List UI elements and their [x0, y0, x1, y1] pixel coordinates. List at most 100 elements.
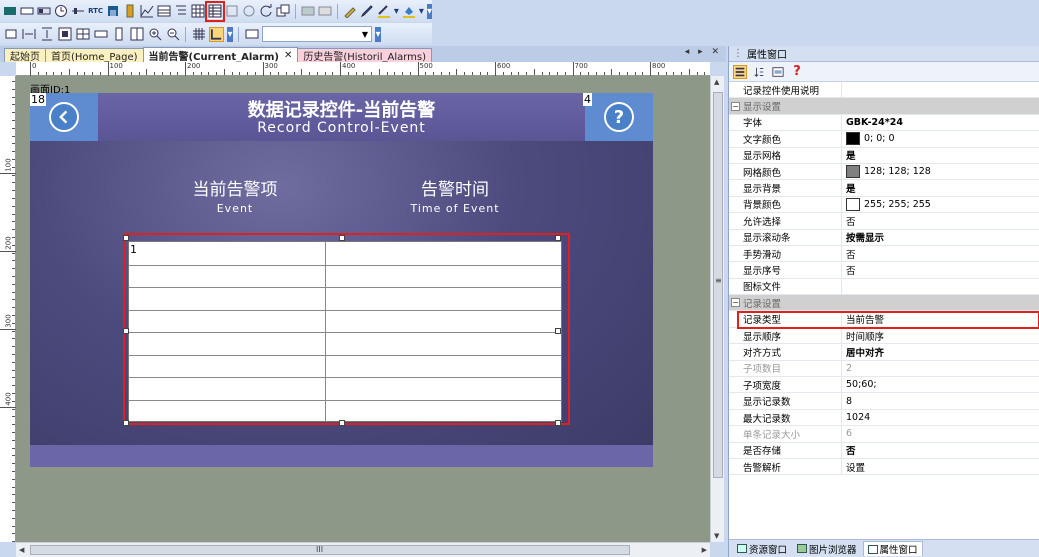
sort-alphabetical-icon[interactable]	[752, 65, 766, 79]
property-value[interactable]: 1024	[842, 412, 1039, 423]
property-row[interactable]: 显示记录数 8	[729, 393, 1039, 410]
property-row[interactable]: 子项数目 2	[729, 360, 1039, 378]
vertical-scrollbar[interactable]: ▲ ≡ ▼	[710, 76, 724, 542]
property-value[interactable]: 否	[842, 443, 1039, 457]
property-row[interactable]: 是否存储否	[729, 442, 1039, 459]
grid-icon[interactable]	[191, 27, 206, 42]
horizontal-spacing-icon[interactable]	[75, 27, 90, 42]
property-row[interactable]: 显示顺序 时间顺序	[729, 327, 1039, 345]
data-record-control-icon[interactable]	[205, 0, 226, 22]
tab-current-alarm[interactable]: 当前告警(Current_Alarm) ✕	[142, 47, 299, 63]
property-row[interactable]: 单条记录大小 6	[729, 426, 1039, 443]
property-value[interactable]: 0; 0; 0	[842, 132, 1039, 146]
tree-list-icon[interactable]	[174, 4, 188, 19]
property-row[interactable]: 允许选择否	[729, 213, 1039, 230]
property-row[interactable]: 显示网格是	[729, 147, 1039, 164]
color-swatch[interactable]	[846, 197, 860, 211]
property-row[interactable]: 手势滑动否	[729, 245, 1039, 263]
property-value[interactable]: 50;60;	[842, 379, 1039, 390]
chevron-down-icon[interactable]: ▾	[419, 4, 424, 19]
tab-resource-window[interactable]: 资源窗口	[733, 541, 791, 556]
button-control-icon[interactable]	[20, 4, 34, 19]
resize-handle[interactable]	[339, 420, 345, 426]
slider-control-icon[interactable]	[71, 4, 85, 19]
ellipse-icon[interactable]	[242, 4, 256, 19]
scroll-up-icon[interactable]: ▲	[714, 78, 719, 86]
property-row[interactable]: 网格颜色 128; 128; 128	[729, 163, 1039, 181]
property-value[interactable]: 2	[842, 363, 1039, 374]
center-horizontal-icon[interactable]	[93, 27, 108, 42]
line-chart-icon[interactable]	[140, 4, 154, 19]
copy-window-icon[interactable]	[276, 4, 290, 19]
horizontal-scrollbar[interactable]: ◀ III ▶	[16, 542, 710, 557]
property-value[interactable]: 按需显示	[842, 230, 1039, 244]
property-row[interactable]: 记录控件使用说明	[729, 82, 1039, 99]
color-swatch[interactable]	[846, 132, 860, 146]
screen-select-dropdown[interactable]: ▼	[262, 26, 372, 42]
switch-control-icon[interactable]	[37, 4, 51, 19]
rectangle-fill-icon[interactable]	[3, 4, 17, 19]
same-size-icon[interactable]	[57, 27, 72, 42]
resize-handle[interactable]	[123, 420, 129, 426]
resize-handle[interactable]	[555, 328, 561, 334]
resize-handle[interactable]	[555, 235, 561, 241]
property-value[interactable]: GBK-24*24	[842, 117, 1039, 128]
property-category[interactable]: − 记录设置	[729, 295, 1039, 312]
toolbar-overflow-icon[interactable]: ▾	[426, 3, 432, 19]
video-icon[interactable]	[301, 4, 315, 19]
tab-property-window[interactable]: 属性窗口	[862, 541, 923, 556]
property-value[interactable]: 6	[842, 428, 1039, 439]
property-value[interactable]: 是	[842, 148, 1039, 162]
property-value[interactable]: 否	[842, 263, 1039, 277]
property-row[interactable]: 告警解析 设置	[729, 458, 1039, 476]
align-width-icon[interactable]	[3, 27, 18, 42]
property-row[interactable]: 文字颜色 0; 0; 0	[729, 131, 1039, 148]
tab-home-page[interactable]: 首页(Home_Page)	[45, 48, 144, 63]
tab-historical-alarms[interactable]: 历史告警(Historil_Alarms)	[297, 48, 433, 63]
close-icon[interactable]: ✕	[284, 50, 292, 61]
property-row[interactable]: 对齐方式 居中对齐	[729, 344, 1039, 361]
vertical-scroll-thumb[interactable]	[713, 92, 723, 478]
hmi-screen[interactable]: 18 ? 4 数据记录控件-当前告警 Record Control-Event …	[30, 93, 653, 467]
property-row[interactable]: 字体 GBK-24*24	[729, 114, 1039, 132]
property-value[interactable]: 否	[842, 247, 1039, 261]
brush-icon[interactable]	[343, 4, 357, 19]
pencil-icon[interactable]	[360, 4, 374, 19]
categorized-view-icon[interactable]	[733, 64, 747, 79]
collapse-icon[interactable]: −	[731, 101, 740, 111]
chevron-down-icon[interactable]: ▾	[394, 4, 399, 19]
property-row[interactable]: 显示序号否	[729, 262, 1039, 279]
rtc-icon[interactable]: RTC	[88, 4, 103, 19]
property-row[interactable]: 子项宽度 50;60;	[729, 377, 1039, 394]
resize-handle[interactable]	[123, 235, 129, 241]
center-vertical-icon[interactable]	[111, 27, 126, 42]
same-width-icon[interactable]	[21, 27, 36, 42]
screen-select-icon[interactable]	[244, 27, 259, 42]
design-canvas[interactable]: 画面ID:1 18 ? 4 数据记录控件-当前告警 Record Control…	[16, 76, 710, 542]
tab-scroll-controls[interactable]: ◂ ▸ ✕	[685, 47, 722, 57]
fill-color-icon[interactable]	[402, 4, 416, 19]
bar-graph-icon[interactable]	[106, 4, 120, 19]
scroll-down-icon[interactable]: ▼	[714, 532, 719, 540]
property-value[interactable]: 128; 128; 128	[842, 165, 1039, 179]
property-value[interactable]: 255; 255; 255	[842, 197, 1039, 211]
zoom-in-icon[interactable]	[147, 27, 162, 42]
resize-handle[interactable]	[339, 235, 345, 241]
resize-handle[interactable]	[555, 420, 561, 426]
property-row[interactable]: 显示滚动条 按需显示	[729, 229, 1039, 246]
level-meter-icon[interactable]	[123, 4, 137, 19]
list-control-icon[interactable]	[157, 4, 171, 19]
same-height-icon[interactable]	[39, 27, 54, 42]
help-icon[interactable]: ?	[790, 64, 804, 79]
color-swatch[interactable]	[846, 165, 860, 179]
property-row[interactable]: 显示背景是	[729, 180, 1039, 197]
zoom-out-icon[interactable]	[165, 27, 180, 42]
property-row[interactable]: 图标文件	[729, 278, 1039, 296]
resize-handle[interactable]	[123, 328, 129, 334]
property-row[interactable]: 最大记录数 1024	[729, 409, 1039, 427]
ruler-icon[interactable]	[209, 26, 224, 42]
refresh-icon[interactable]	[259, 4, 273, 19]
property-value[interactable]: 居中对齐	[842, 345, 1039, 359]
tab-image-browser[interactable]: 图片浏览器	[793, 541, 861, 556]
property-category[interactable]: − 显示设置	[729, 98, 1039, 115]
